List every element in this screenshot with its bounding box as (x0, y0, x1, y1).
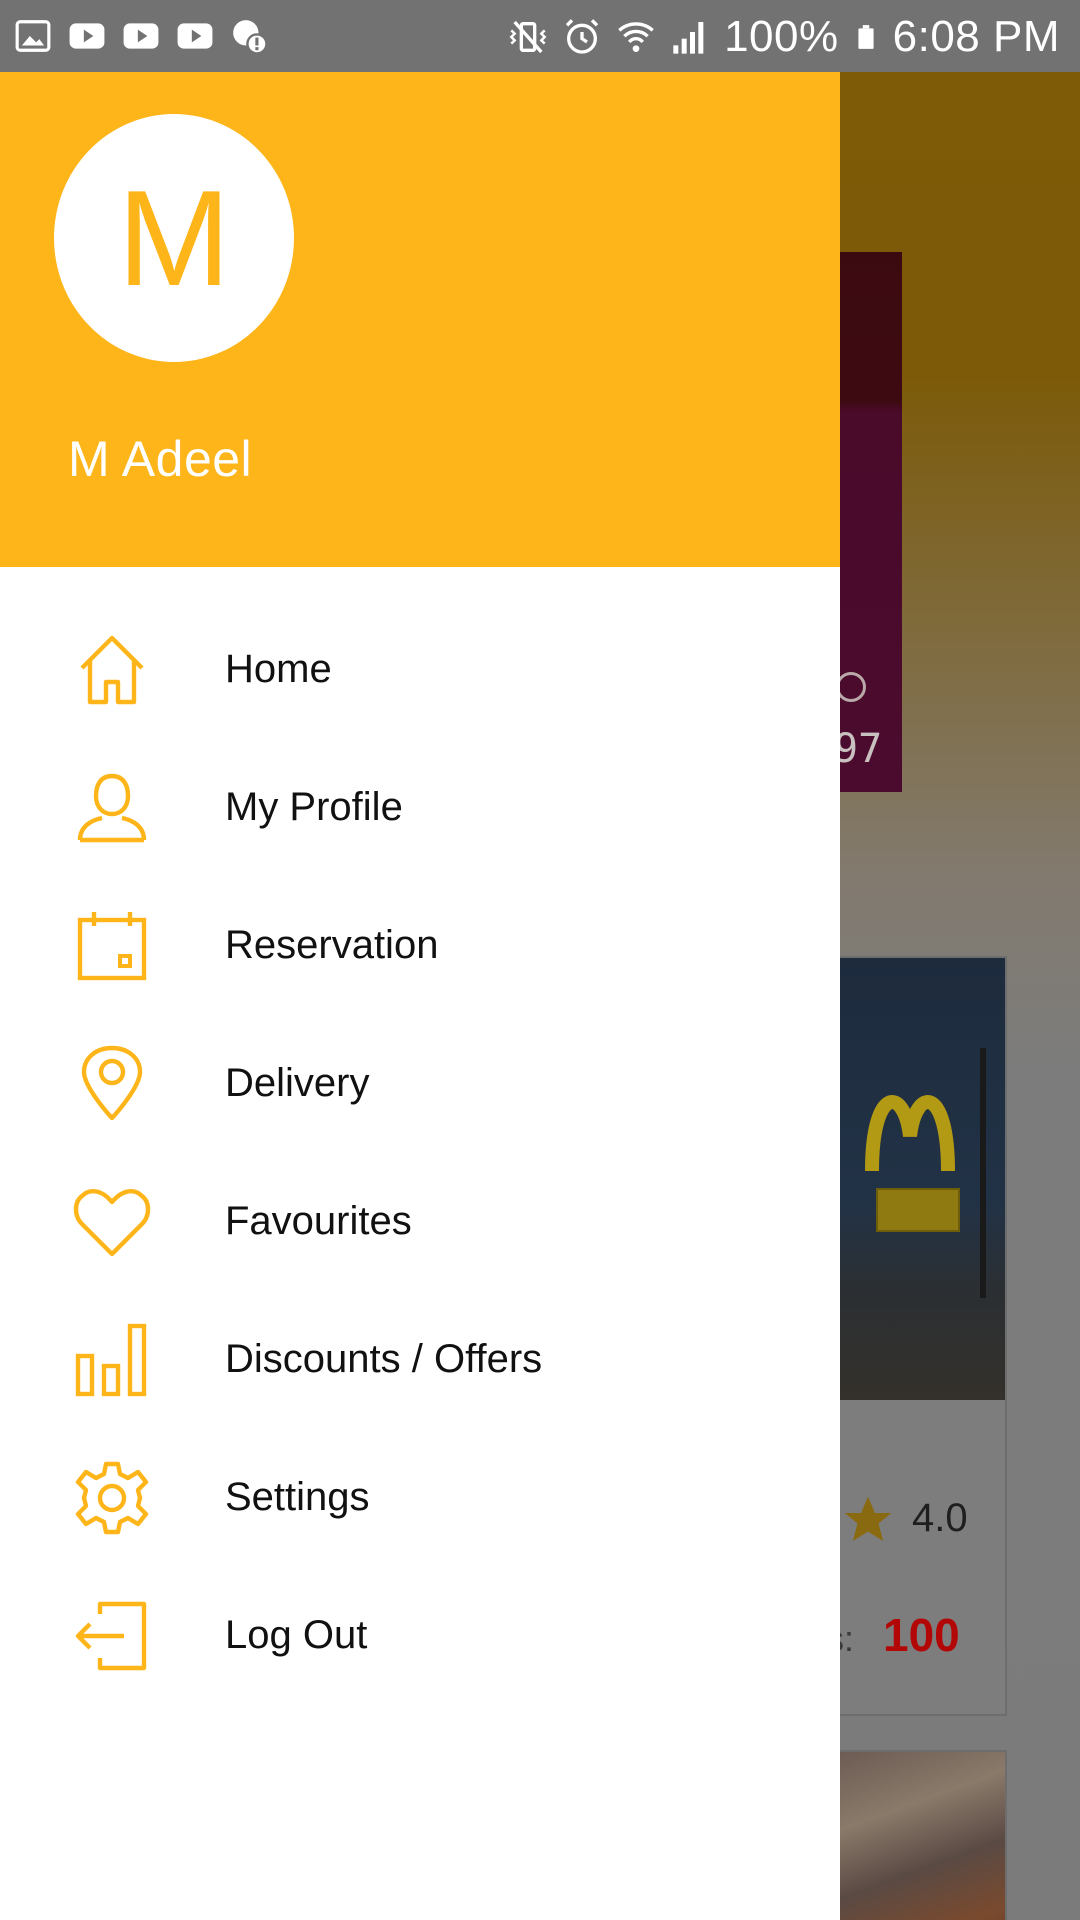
menu-label: Log Out (225, 1613, 368, 1657)
location-pin-icon (81, 1045, 143, 1121)
navigation-drawer: M M Adeel Home My Profile Reservation De… (0, 72, 840, 1920)
price-value: 100 (883, 1609, 960, 1661)
drawer-menu: Home My Profile Reservation Delivery Fav… (0, 600, 840, 1704)
banner-logo (836, 672, 866, 702)
banner-text: 97 (834, 726, 883, 772)
battery-icon (858, 25, 874, 49)
clock: 6:08 PM (892, 12, 1060, 61)
menu-item-my-profile[interactable]: My Profile (0, 738, 840, 876)
drive-thru-sign (876, 1188, 960, 1232)
menu-label: Discounts / Offers (225, 1337, 543, 1381)
user-icon (77, 773, 147, 843)
menu-item-favourites[interactable]: Favourites (0, 1152, 840, 1290)
menu-item-delivery[interactable]: Delivery (0, 1014, 840, 1152)
menu-item-discounts-offers[interactable]: Discounts / Offers (0, 1290, 840, 1428)
youtube-icon (123, 23, 159, 49)
restaurant-photo (828, 958, 1005, 1400)
restaurant-card (826, 956, 1007, 1716)
youtube-icon (69, 23, 105, 49)
gear-icon (75, 1461, 149, 1535)
alarm-icon (565, 19, 599, 54)
heart-icon (73, 1189, 151, 1257)
signal-icon (673, 22, 704, 54)
vibrate-icon (509, 20, 547, 54)
gallery-icon (15, 20, 51, 52)
menu-item-home[interactable]: Home (0, 600, 840, 738)
menu-item-settings[interactable]: Settings (0, 1428, 840, 1566)
home-icon (80, 635, 144, 705)
restaurant-card-2 (826, 1750, 1007, 1920)
bar-chart-icon (75, 1323, 147, 1397)
avatar[interactable]: M (54, 114, 294, 362)
wifi-icon (618, 22, 654, 52)
street-lamp (980, 1048, 986, 1298)
user-name: M Adeel (68, 431, 253, 487)
logout-icon (75, 1601, 147, 1671)
menu-label: Delivery (225, 1061, 370, 1105)
star-icon (844, 1496, 892, 1541)
data-alert-icon (233, 20, 268, 55)
drawer-header: M M Adeel (0, 72, 840, 567)
menu-label: Settings (225, 1475, 370, 1519)
calendar-icon (77, 912, 147, 981)
menu-item-log-out[interactable]: Log Out (0, 1566, 840, 1704)
menu-item-reservation[interactable]: Reservation (0, 876, 840, 1014)
battery-percentage: 100% (724, 12, 839, 61)
rating-value: 4.0 (912, 1496, 968, 1540)
mcdonalds-logo-icon (865, 1095, 955, 1172)
menu-label: Reservation (225, 923, 439, 967)
menu-label: My Profile (225, 785, 403, 829)
menu-label: Home (225, 647, 332, 691)
status-bar: 100% 6:08 PM (0, 0, 1080, 72)
youtube-icon (177, 23, 213, 49)
menu-label: Favourites (225, 1199, 412, 1243)
